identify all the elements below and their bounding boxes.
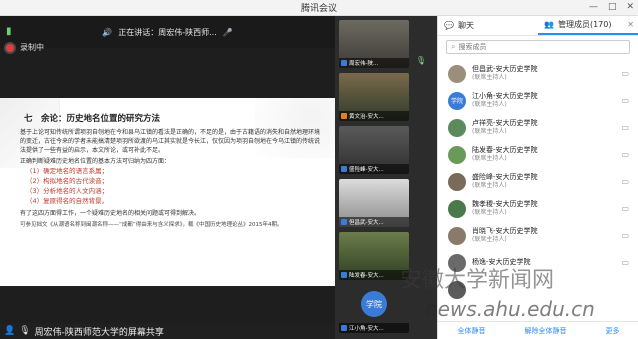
close-icon[interactable]: ✕ (626, 2, 634, 12)
list-item[interactable]: 但昌武-安大历史学院 (联席主持人) ▭ (438, 60, 638, 87)
signal-icon[interactable]: ▮ (6, 26, 18, 38)
members-footer: 全体静音 解除全体静音 更多 (438, 321, 638, 339)
user-icon (341, 219, 347, 225)
avatar: 学院 (361, 291, 387, 317)
recording-indicator[interactable]: 录制中 (6, 42, 44, 53)
video-side-icons: 🎙 (413, 56, 429, 65)
slide-heading: 七 余论：历史地名位置的研究方法 (24, 114, 161, 124)
meeting-top-bar: ▮ 🔊 正在讲话：周宏伟-陕西师... 🎤 (0, 16, 335, 48)
members-icon: 👥 (544, 20, 554, 29)
slide-paragraph-3: 有了这四方面得工作，一个疑难历史地名的相关问题或可得到解决。 (20, 210, 201, 217)
video-label: 盛险峰-安大... (339, 164, 409, 174)
slide-list-item: （2）构拟地名的古代读音； (26, 177, 109, 185)
video-tile[interactable]: 盛险峰-安大... (339, 126, 409, 174)
user-icon (341, 60, 347, 66)
unmute-all-button[interactable]: 解除全体静音 (525, 326, 567, 336)
search-icon: ⌕ (451, 42, 456, 51)
video-label: 但昌武-安大... (339, 217, 409, 227)
user-icon (341, 325, 347, 331)
video-label: 黄文治-安大... (339, 111, 409, 121)
speaker-icon: 🔊 (102, 27, 113, 37)
mute-all-button[interactable]: 全体静音 (458, 326, 486, 336)
slide-paragraph-1: 基于上论可知传统所谓项羽自刎地在今和县乌江镇的看法是正确的，不足的是，由于古籍语… (20, 129, 321, 154)
user-icon (341, 166, 347, 172)
mic-icon[interactable]: 🎙 (19, 326, 30, 336)
list-item[interactable]: 盛险峰-安大历史学院 (联席主持人) ▭ (438, 168, 638, 195)
camera-icon: ▭ (621, 96, 629, 105)
avatar (448, 145, 466, 164)
slide-list-item: （3）分析地名的人文内涵； (26, 187, 109, 195)
slide-footnote: 可参见拙文《从潮语名称到闽潮名称——“成都”得由来与含义探求》，载《中国历史地理… (20, 222, 283, 228)
user-icon[interactable]: 👤 (4, 326, 15, 336)
camera-icon: ▭ (621, 123, 629, 132)
list-item[interactable]: 卢祥亮-安大历史学院 (联席主持人) ▭ (438, 114, 638, 141)
recording-label: 录制中 (20, 43, 44, 52)
presentation-slide: 七 余论：历史地名位置的研究方法 基于上论可知传统所谓项羽自刎地在今和县乌江镇的… (0, 98, 335, 286)
camera-icon: ▭ (621, 177, 629, 186)
tab-members[interactable]: 👥 管理成员(170) ✕ (538, 16, 638, 35)
share-label: 周宏伟-陕西师范大学的屏幕共享 (34, 327, 164, 338)
watermark-text: 安徽大学新闻网 (400, 268, 555, 293)
avatar (448, 226, 466, 245)
avatar (448, 64, 466, 83)
title-bar: 腾讯会议 — □ ✕ (0, 0, 638, 16)
list-item[interactable]: 陆发春-安大历史学院 (联席主持人) ▭ (438, 141, 638, 168)
panel-tabs: 💬 聊天 👥 管理成员(170) ✕ (438, 16, 638, 36)
video-tile[interactable]: 学院 江小角-安大... (339, 285, 409, 333)
user-icon (341, 272, 347, 278)
camera-icon: ▭ (621, 231, 629, 240)
speaking-indicator: 正在讲话：周宏伟-陕西师... (118, 27, 217, 37)
slide-list-item: （1）确定地名的语言系属； (26, 167, 109, 175)
more-button[interactable]: 更多 (606, 326, 620, 336)
camera-icon: ▭ (621, 204, 629, 213)
list-item[interactable]: 肖晓飞-安大历史学院 (联席主持人) ▭ (438, 222, 638, 249)
window-controls: — □ ✕ (589, 2, 634, 12)
watermark-url: news.ahu.edu.cn (425, 297, 595, 321)
mic-icon: 🎙 (415, 56, 427, 65)
avatar: 学院 (448, 91, 466, 110)
camera-icon: ▭ (621, 69, 629, 78)
mic-icon: 🎤 (222, 27, 233, 37)
close-icon[interactable]: ✕ (627, 20, 634, 29)
search-input[interactable] (458, 43, 609, 51)
camera-icon: ▭ (621, 150, 629, 159)
maximize-icon[interactable]: □ (608, 2, 617, 12)
member-search[interactable]: ⌕ (446, 40, 630, 54)
video-label: 江小角-安大... (339, 323, 409, 333)
list-item[interactable]: 学院 江小角-安大历史学院 (联席主持人) ▭ (438, 87, 638, 114)
avatar (448, 118, 466, 137)
avatar (448, 199, 466, 218)
video-tile[interactable]: 陆发春-安大... (339, 232, 409, 280)
window-title: 腾讯会议 (300, 4, 337, 14)
slide-list-item: （4）复原得名的自然背景。 (26, 197, 109, 205)
camera-icon: ▭ (621, 258, 629, 267)
share-status-bar: 👤 🎙 周宏伟-陕西师范大学的屏幕共享 (0, 323, 335, 339)
record-dot-icon (6, 43, 14, 52)
video-label: 周宏伟-陕... (339, 58, 409, 68)
video-tile[interactable]: 但昌武-安大... (339, 179, 409, 227)
minimize-icon[interactable]: — (589, 2, 598, 12)
video-tile[interactable]: 周宏伟-陕... (339, 20, 409, 68)
list-item[interactable]: 魏孝稷-安大历史学院 (联席主持人) ▭ (438, 195, 638, 222)
shared-screen-area: ▮ 🔊 正在讲话：周宏伟-陕西师... 🎤 录制中 七 余论：历史地名位置的研究… (0, 16, 335, 339)
user-icon (341, 113, 347, 119)
slide-paragraph-2: 正确判断疑难历史地名位置的基本方法可归纳为四方面： (20, 158, 171, 165)
video-label: 陆发春-安大... (339, 270, 409, 280)
tab-chat[interactable]: 💬 聊天 (438, 16, 538, 35)
avatar (448, 172, 466, 191)
chat-icon: 💬 (444, 21, 454, 30)
video-tile[interactable]: 黄文治-安大... (339, 73, 409, 121)
